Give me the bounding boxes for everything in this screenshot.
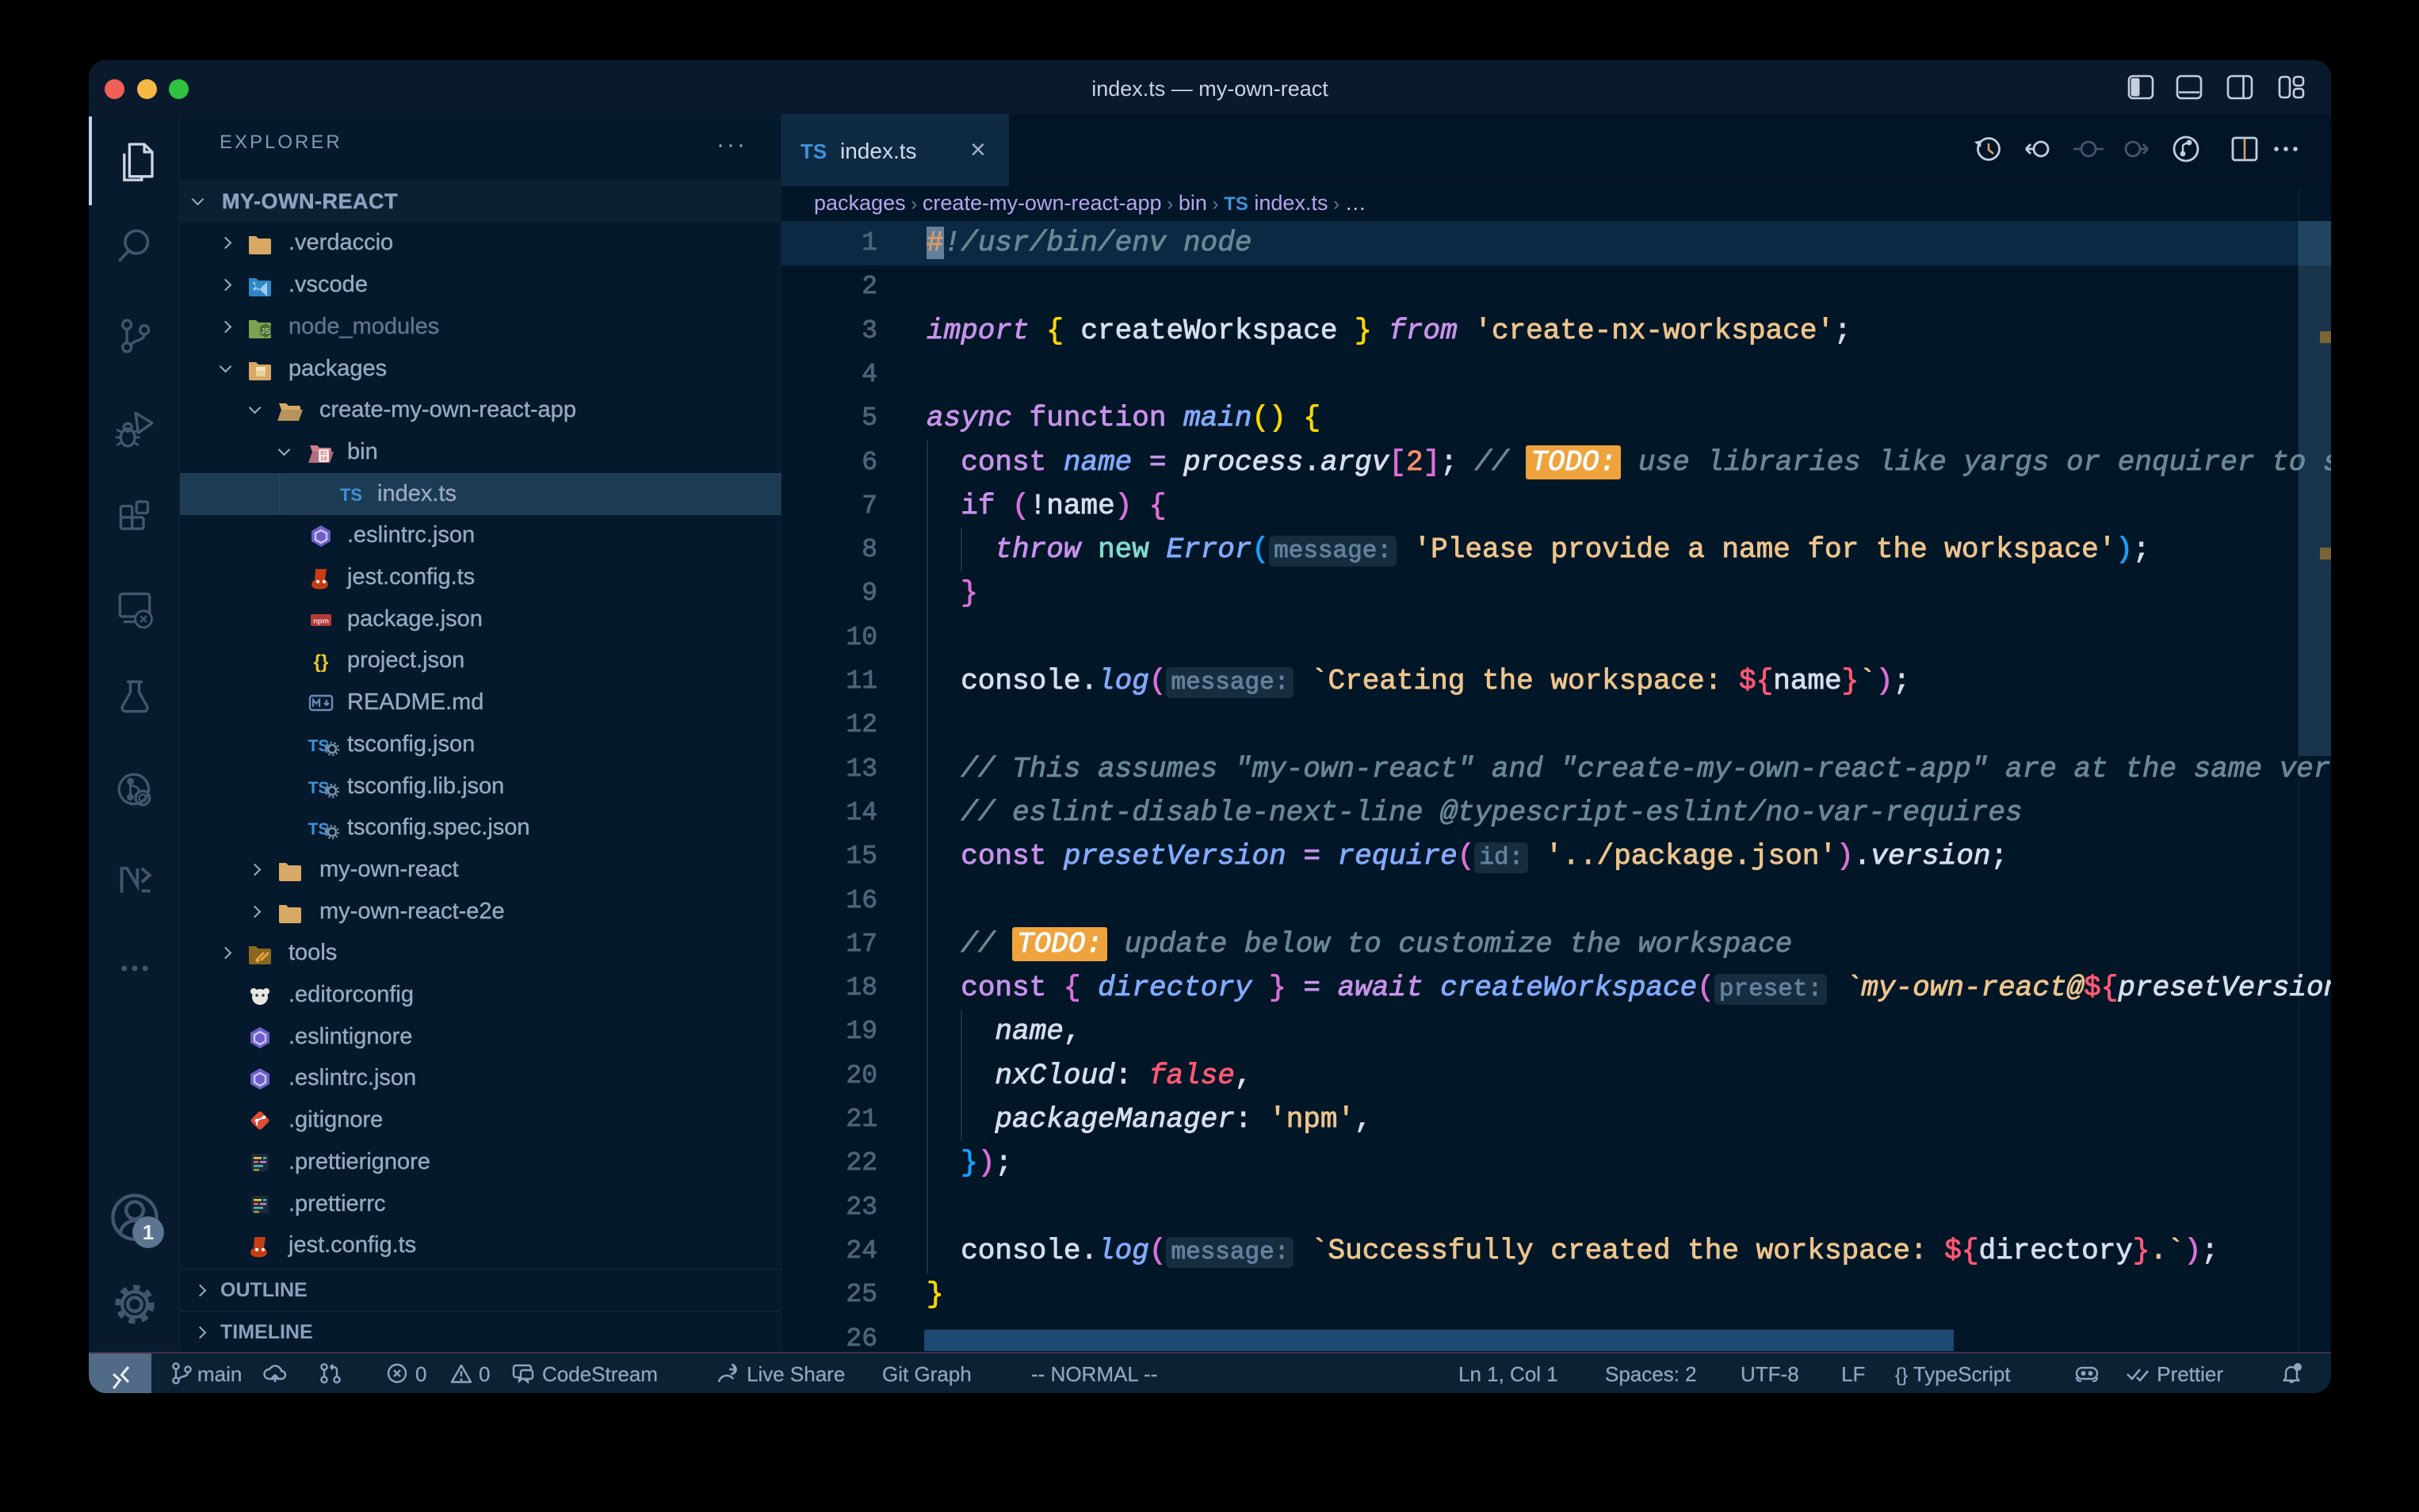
svg-text:JS: JS	[261, 327, 270, 336]
svg-text:{}: {}	[314, 651, 329, 673]
svg-text:npm: npm	[313, 617, 329, 625]
svg-text:10: 10	[320, 456, 327, 463]
svg-text:TS: TS	[340, 485, 362, 505]
